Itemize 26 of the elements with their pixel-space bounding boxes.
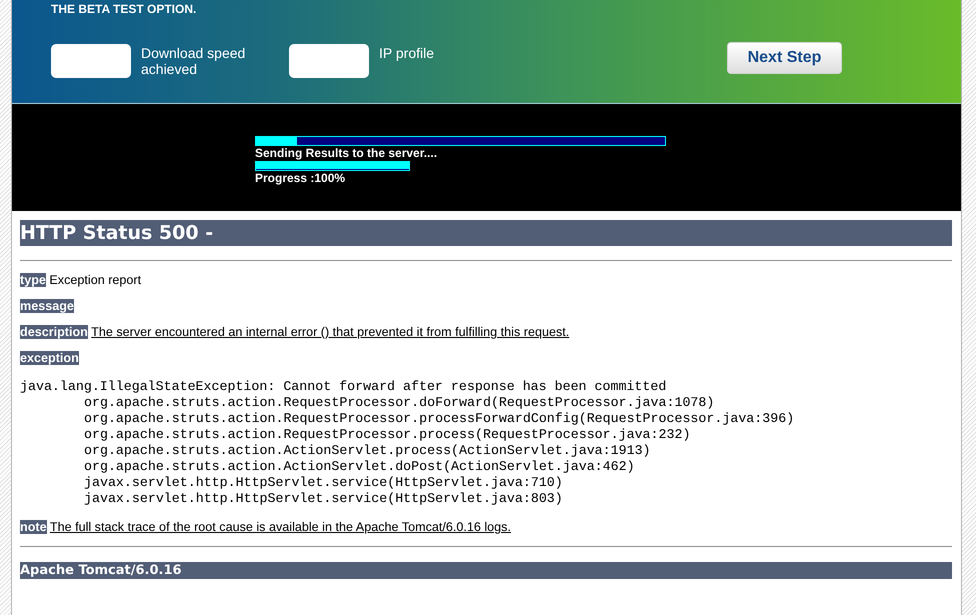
section-label: exception xyxy=(20,351,79,365)
section-label: description xyxy=(20,325,88,339)
section-text: Exception report xyxy=(49,273,142,287)
server-version-footer: Apache Tomcat/6.0.16 xyxy=(20,562,952,579)
input-field[interactable] xyxy=(289,44,369,78)
progress-caption: Progress :100% xyxy=(255,171,346,185)
field-label: Download speed achieved xyxy=(141,44,246,77)
stack-trace-line: javax.servlet.http.HttpServlet.service(HttpServlet.java:710) xyxy=(84,475,563,491)
stack-trace-line: org.apache.struts.action.RequestProcessor.process(RequestProcessor.java:232) xyxy=(84,427,690,443)
next-step-button[interactable]: Next Step xyxy=(727,42,842,74)
section-label: type xyxy=(20,273,46,287)
section-label: note xyxy=(20,520,47,534)
section-text: The server encountered an internal error () that prevented it from fulfilling this request. xyxy=(91,325,570,339)
section-text: The full stack trace of the root cause is available in the Apache Tomcat/6.0.16 logs. xyxy=(50,520,511,534)
input-field[interactable] xyxy=(51,44,131,78)
stack-trace-line: org.apache.struts.action.RequestProcessor.processForwardConfig(RequestProcessor.java:396) xyxy=(84,411,794,427)
progress-caption: Sending Results to the server.... xyxy=(255,146,438,160)
stack-trace-line: org.apache.struts.action.ActionServlet.doPost(ActionServlet.java:462) xyxy=(84,459,635,475)
stack-trace-line: javax.servlet.http.HttpServlet.service(HttpServlet.java:803) xyxy=(84,491,563,507)
field-label: IP profile xyxy=(379,44,435,61)
section-label: message xyxy=(20,299,74,313)
stack-trace-line: org.apache.struts.action.ActionServlet.process(ActionServlet.java:1913) xyxy=(84,443,651,459)
error-heading: HTTP Status 500 - xyxy=(20,220,952,246)
stack-trace-line: org.apache.struts.action.RequestProcessor.doForward(RequestProcessor.java:1078) xyxy=(84,395,714,411)
banner-title: THE BETA TEST OPTION. xyxy=(51,2,196,16)
exception-message: java.lang.IllegalStateException: Cannot forward after response has been committed xyxy=(20,379,666,395)
